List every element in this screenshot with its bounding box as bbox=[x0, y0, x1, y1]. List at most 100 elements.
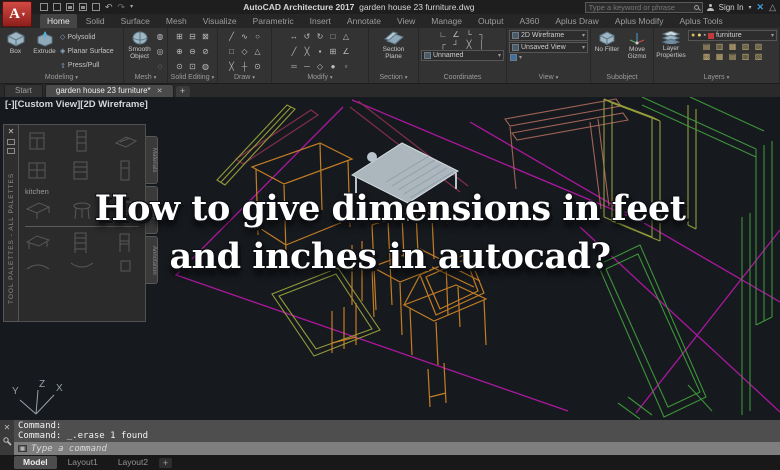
infocenter-search[interactable] bbox=[584, 1, 703, 13]
modify-tool-icon[interactable]: ─ bbox=[302, 62, 312, 71]
close-icon[interactable]: ✕ bbox=[8, 127, 15, 136]
plot-icon[interactable] bbox=[92, 3, 100, 11]
palette-tool-icon[interactable] bbox=[113, 129, 139, 155]
exchange-apps-icon[interactable]: ✕ bbox=[757, 2, 765, 13]
layer-on-icon[interactable]: ● bbox=[691, 32, 695, 39]
search-icon[interactable] bbox=[693, 4, 699, 10]
layer-tool-icon[interactable]: ▥ bbox=[715, 42, 725, 51]
layer-properties-button[interactable]: Layer Properties bbox=[656, 30, 686, 73]
modify-tool-icon[interactable]: ◇ bbox=[315, 62, 325, 71]
ucs-tool-icon[interactable]: ┘ bbox=[451, 40, 461, 49]
modify-tool-icon[interactable]: ╳ bbox=[302, 47, 312, 56]
panel-label-modify[interactable]: Modify ▾ bbox=[272, 73, 368, 83]
ribbon-tab[interactable]: Solid bbox=[79, 14, 112, 28]
draw-tool-icon[interactable]: △ bbox=[253, 47, 263, 56]
draw-tool-icon[interactable]: ╱ bbox=[227, 32, 237, 41]
polysolid-button[interactable]: ◇ Polysolid bbox=[60, 33, 114, 42]
solid-editing-tool-icon[interactable]: ⊞ bbox=[175, 32, 185, 41]
modify-tool-icon[interactable]: ∠ bbox=[341, 47, 351, 56]
panel-label-coordinates[interactable]: Coordinates bbox=[419, 73, 506, 83]
ribbon-tab[interactable]: Aplus Modify bbox=[608, 14, 671, 28]
solid-editing-tool-icon[interactable]: ⊟ bbox=[188, 32, 198, 41]
ribbon-tab[interactable]: Parametric bbox=[246, 14, 301, 28]
panel-label-solid-editing[interactable]: Solid Editing ▾ bbox=[168, 73, 217, 83]
stay-connected-icon[interactable]: △ bbox=[769, 2, 776, 13]
properties-icon[interactable] bbox=[7, 148, 15, 154]
ribbon-tab[interactable]: Visualize bbox=[196, 14, 244, 28]
ucs-tool-icon[interactable]: ╳ bbox=[464, 40, 474, 49]
layer-tool-icon[interactable]: ▥ bbox=[741, 52, 751, 61]
save-icon[interactable] bbox=[66, 3, 74, 11]
smooth-object-button[interactable]: Smooth Object bbox=[126, 30, 153, 73]
ribbon-tab[interactable]: Mesh bbox=[159, 14, 194, 28]
modify-tool-icon[interactable]: ═ bbox=[289, 62, 299, 71]
panel-label-view[interactable]: View ▾ bbox=[507, 73, 590, 83]
ribbon-tab[interactable]: Aplus Tools bbox=[672, 14, 729, 28]
ucs-tool-icon[interactable]: ┐ bbox=[477, 30, 487, 39]
layer-color-swatch[interactable] bbox=[707, 32, 714, 39]
file-tab-document[interactable]: garden house 23 furniture* ✕ bbox=[44, 84, 174, 97]
ucs-tool-icon[interactable]: ┌ bbox=[438, 40, 448, 49]
ucs-tool-icon[interactable]: └ bbox=[464, 30, 474, 39]
layer-thaw-icon[interactable]: ● bbox=[697, 32, 701, 39]
viewport-config-icon[interactable] bbox=[510, 54, 517, 61]
ribbon-tab[interactable]: Surface bbox=[114, 14, 157, 28]
palette-tab[interactable]: Materials bbox=[146, 136, 158, 184]
draw-tool-icon[interactable]: □ bbox=[227, 47, 237, 56]
modify-tool-icon[interactable]: ↔ bbox=[289, 32, 299, 41]
save-as-icon[interactable] bbox=[79, 3, 87, 11]
layer-tool-icon[interactable]: ▧ bbox=[741, 42, 751, 51]
palette-tool-icon[interactable] bbox=[25, 158, 51, 184]
ucs-tool-icon[interactable]: ∠ bbox=[451, 30, 461, 39]
wrench-icon[interactable] bbox=[2, 437, 12, 446]
sign-in-dropdown-icon[interactable]: ▾ bbox=[749, 4, 752, 11]
ribbon-tab[interactable]: Home bbox=[40, 14, 77, 28]
modify-tool-icon[interactable]: △ bbox=[341, 32, 351, 41]
draw-tool-icon[interactable]: ┼ bbox=[240, 62, 250, 71]
layer-tool-icon[interactable]: ▨ bbox=[754, 42, 764, 51]
viewport-controls[interactable]: [-][Custom View][2D Wireframe] bbox=[5, 99, 148, 110]
layout-tab-layout2[interactable]: Layout2 bbox=[109, 456, 157, 469]
draw-tool-icon[interactable]: ○ bbox=[253, 32, 263, 41]
panel-label-mesh[interactable]: Mesh ▾ bbox=[124, 73, 167, 83]
layer-tool-icon[interactable]: ▦ bbox=[728, 42, 738, 51]
modify-tool-icon[interactable]: ↺ bbox=[302, 32, 312, 41]
command-history[interactable]: Command: Command: _.erase 1 found bbox=[14, 420, 780, 442]
drawing-canvas[interactable]: [-][Custom View][2D Wireframe] ✕ TOOL PA… bbox=[0, 97, 780, 420]
new-file-icon[interactable] bbox=[40, 3, 48, 11]
solid-editing-tool-icon[interactable]: ⊕ bbox=[175, 47, 185, 56]
sign-in-button[interactable]: Sign In bbox=[719, 3, 744, 12]
modify-tool-icon[interactable]: ⊞ bbox=[328, 47, 338, 56]
close-icon[interactable]: ✕ bbox=[4, 423, 11, 432]
ribbon-tab[interactable]: View bbox=[390, 14, 422, 28]
palette-tool-icon[interactable] bbox=[69, 129, 95, 155]
ribbon-tab[interactable]: Annotate bbox=[340, 14, 388, 28]
palette-tool-icon[interactable] bbox=[25, 129, 51, 155]
named-ucs-dropdown[interactable]: Unnamed ▾ bbox=[421, 50, 504, 61]
open-file-icon[interactable] bbox=[53, 3, 61, 11]
layer-lock-icon[interactable]: ▪ bbox=[703, 32, 705, 39]
ucs-tool-icon[interactable]: │ bbox=[477, 40, 487, 49]
redo-icon[interactable]: ↷ bbox=[118, 3, 126, 12]
command-input[interactable] bbox=[31, 443, 776, 454]
ribbon-tab[interactable]: A360 bbox=[512, 14, 546, 28]
modify-tool-icon[interactable]: ▫ bbox=[341, 62, 351, 71]
layer-tool-icon[interactable]: ▧ bbox=[754, 52, 764, 61]
palette-tool-icon[interactable] bbox=[69, 158, 95, 184]
layer-dropdown[interactable]: ● ● ▪ furniture ▾ bbox=[688, 30, 777, 41]
command-customize-icon[interactable]: ▦ bbox=[18, 445, 27, 452]
ribbon-tab[interactable]: Output bbox=[471, 14, 511, 28]
app-menu-button[interactable]: A ▾ bbox=[2, 1, 32, 27]
solid-editing-tool-icon[interactable]: ⊙ bbox=[175, 62, 185, 71]
chevron-down-icon[interactable]: ▾ bbox=[519, 54, 522, 61]
layer-tool-icon[interactable]: ▤ bbox=[728, 52, 738, 61]
panel-label-layers[interactable]: Layers ▾ bbox=[654, 73, 779, 83]
ribbon-tab[interactable]: Aplus Draw bbox=[548, 14, 605, 28]
named-view-dropdown[interactable]: Unsaved View ▾ bbox=[509, 42, 588, 53]
mesh-tool-icon[interactable]: ◎ bbox=[155, 47, 165, 56]
panel-label-section[interactable]: Section ▾ bbox=[369, 73, 418, 83]
move-gizmo-button[interactable]: Move Gizmo bbox=[624, 30, 651, 73]
draw-tool-icon[interactable]: ◇ bbox=[240, 47, 250, 56]
modify-tool-icon[interactable]: ● bbox=[328, 62, 338, 71]
solid-editing-tool-icon[interactable]: ⊠ bbox=[201, 32, 211, 41]
